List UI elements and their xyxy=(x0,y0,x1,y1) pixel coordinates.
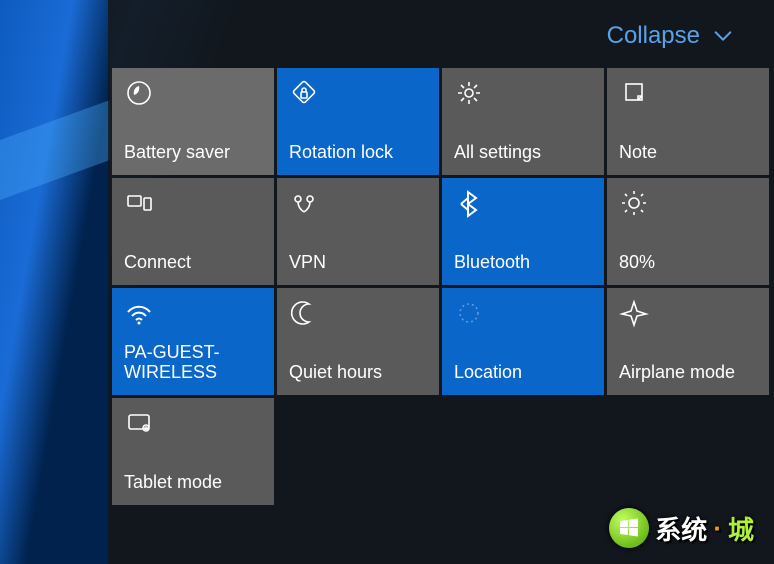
airplane-icon xyxy=(619,298,649,328)
tile-note[interactable]: Note xyxy=(607,68,769,175)
gear-icon xyxy=(454,78,484,108)
note-icon xyxy=(619,78,649,108)
tile-label: Tablet mode xyxy=(124,472,264,495)
tile-label: Location xyxy=(454,362,594,385)
tile-label: 80% xyxy=(619,252,759,275)
moon-icon xyxy=(289,298,319,328)
connect-icon xyxy=(124,188,154,218)
location-icon xyxy=(454,298,484,328)
tile-label: PA-GUEST-WIRELESS xyxy=(124,342,264,385)
tile-brightness[interactable]: 80% xyxy=(607,178,769,285)
rotation-lock-icon xyxy=(289,78,319,108)
tile-label: Bluetooth xyxy=(454,252,594,275)
watermark-badge xyxy=(609,508,649,548)
tile-wifi[interactable]: PA-GUEST-WIRELESS xyxy=(112,288,274,395)
tile-battery-saver[interactable]: Battery saver xyxy=(112,68,274,175)
collapse-label: Collapse xyxy=(607,22,700,50)
tile-bluetooth[interactable]: Bluetooth xyxy=(442,178,604,285)
tile-label: Note xyxy=(619,142,759,165)
tile-airplane-mode[interactable]: Airplane mode xyxy=(607,288,769,395)
tile-label: Battery saver xyxy=(124,142,264,165)
action-center-panel: Collapse Battery saver Rotation lock All s… xyxy=(108,0,774,564)
tile-label: Quiet hours xyxy=(289,362,429,385)
tile-label: Connect xyxy=(124,252,264,275)
collapse-button[interactable]: Collapse xyxy=(607,22,734,50)
tile-quiet-hours[interactable]: Quiet hours xyxy=(277,288,439,395)
tile-label: Rotation lock xyxy=(289,142,429,165)
tile-all-settings[interactable]: All settings xyxy=(442,68,604,175)
tile-label: All settings xyxy=(454,142,594,165)
watermark-dot: · xyxy=(713,513,722,544)
windows-icon xyxy=(617,516,641,540)
bluetooth-icon xyxy=(454,188,484,218)
tile-rotation-lock[interactable]: Rotation lock xyxy=(277,68,439,175)
tile-vpn[interactable]: VPN xyxy=(277,178,439,285)
watermark-text-2: 城 xyxy=(728,510,754,547)
tile-label: Airplane mode xyxy=(619,362,759,385)
wifi-icon xyxy=(124,298,154,328)
tile-location[interactable]: Location xyxy=(442,288,604,395)
watermark: 系统 · 城 xyxy=(609,508,754,548)
action-center-header: Collapse xyxy=(112,22,754,68)
chevron-down-icon xyxy=(712,25,734,47)
tile-label: VPN xyxy=(289,252,429,275)
tablet-icon xyxy=(124,408,154,438)
desktop-background xyxy=(0,0,110,564)
watermark-text-1: 系统 xyxy=(655,510,707,547)
vpn-icon xyxy=(289,188,319,218)
quick-action-grid: Battery saverRotation lockAll settingsNo… xyxy=(112,68,754,505)
brightness-icon xyxy=(619,188,649,218)
leaf-icon xyxy=(124,78,154,108)
tile-tablet-mode[interactable]: Tablet mode xyxy=(112,398,274,505)
tile-connect[interactable]: Connect xyxy=(112,178,274,285)
